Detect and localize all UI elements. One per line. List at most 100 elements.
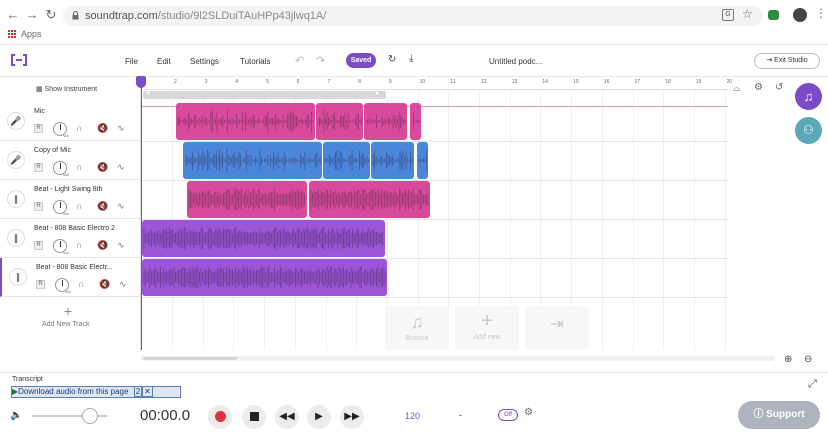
reload-icon[interactable]: ↻ (44, 8, 58, 22)
audio-clip[interactable] (417, 142, 428, 179)
record-arm-button[interactable]: R (36, 280, 45, 289)
collaborators-icon[interactable]: ⚇ (795, 117, 822, 144)
saved-button[interactable]: Saved (346, 53, 376, 68)
record-arm-button[interactable]: R (34, 163, 43, 172)
record-arm-button[interactable]: R (34, 241, 43, 250)
expand-icon[interactable]: ⤢ (808, 378, 817, 391)
undo-icon[interactable]: ↶ (295, 54, 304, 67)
record-arm-button[interactable]: R (34, 202, 43, 211)
menu-file[interactable]: File (125, 57, 138, 66)
headphones-tool-icon[interactable]: ⌓ (733, 83, 740, 94)
fx-icon[interactable]: ∿ (117, 162, 125, 173)
add-new-track-button[interactable]: Add New Track (42, 321, 89, 328)
apps-grid-icon[interactable] (8, 30, 16, 38)
audio-clip[interactable] (410, 103, 421, 140)
support-button[interactable]: ⓘ Support (738, 401, 820, 429)
audio-clip[interactable] (364, 103, 407, 140)
sync-icon[interactable]: ↻ (388, 54, 396, 65)
headphones-icon[interactable]: ∩ (76, 240, 82, 250)
zoom-in-icon[interactable]: ⊕ (784, 354, 792, 365)
audio-clip[interactable] (187, 181, 307, 218)
audio-clip[interactable] (183, 142, 322, 179)
metronome-toggle[interactable]: Off (498, 409, 518, 421)
track-row[interactable]: ∥ Beat - Light Swing 8th R Vol ∩ 🔇 ∿ (0, 180, 141, 219)
beat-icon[interactable]: ∥ (7, 190, 25, 208)
show-instrument-button[interactable]: ▦ Show Instrument (36, 85, 97, 93)
soundtrap-logo[interactable] (10, 53, 28, 67)
loop-icon[interactable]: ↺ (775, 82, 783, 93)
translate-icon[interactable]: G (722, 9, 734, 21)
fx-icon[interactable]: ∿ (119, 279, 127, 290)
track-name[interactable]: Beat - 808 Basic Electro 2 (34, 225, 115, 232)
browse-button[interactable]: ♫ Browse (385, 306, 449, 350)
settings-icon[interactable]: ⚙ (754, 82, 763, 93)
forward-icon[interactable]: → (25, 8, 39, 22)
metronome-settings-icon[interactable]: ⚙ (524, 407, 533, 418)
menu-tutorials[interactable]: Tutorials (240, 57, 270, 66)
project-title[interactable]: Untitled podc... (489, 57, 542, 66)
close-icon[interactable]: ✕ (142, 386, 153, 397)
record-arm-button[interactable]: R (34, 124, 43, 133)
audio-clip[interactable] (309, 181, 430, 218)
track-row[interactable]: ∥ Beat - 808 Basic Electro 2 R Vol ∩ 🔇 ∿ (0, 219, 141, 258)
mute-icon[interactable]: 🔇 (97, 240, 108, 251)
audio-clip[interactable] (176, 103, 315, 140)
menu-edit[interactable]: Edit (157, 57, 171, 66)
track-name[interactable]: Beat - 808 Basic Electr... (36, 264, 113, 271)
redo-icon[interactable]: ↷ (316, 54, 325, 67)
exit-studio-button[interactable]: ⇥ Exit Studio (754, 53, 820, 69)
menu-settings[interactable]: Settings (190, 57, 219, 66)
mute-icon[interactable]: 🔇 (97, 162, 108, 173)
music-note-icon[interactable]: ♫ (795, 83, 822, 110)
play-button[interactable]: ▶ (307, 405, 331, 429)
fx-icon[interactable]: ∿ (117, 123, 125, 134)
tempo-display[interactable]: 120 (405, 411, 420, 421)
fx-icon[interactable]: ∿ (117, 201, 125, 212)
stop-button[interactable] (242, 405, 266, 429)
track-row[interactable]: 🎤 Mic R Vol ∩ 🔇 ∿ (0, 102, 141, 141)
key-display[interactable]: - (459, 410, 462, 420)
loop-left-icon[interactable]: ◂ (146, 89, 150, 97)
fx-icon[interactable]: ∿ (117, 240, 125, 251)
extension-icon[interactable] (768, 10, 779, 20)
mute-icon[interactable]: 🔇 (97, 201, 108, 212)
fast-forward-button[interactable]: ▶▶ (340, 405, 364, 429)
track-row[interactable]: ∥ Beat - 808 Basic Electr... R Vol ∩ 🔇 ∿ (0, 258, 141, 297)
profile-avatar[interactable] (793, 8, 807, 22)
transcript-tab[interactable]: Transcript (12, 376, 43, 383)
loop-region[interactable]: ◂ ▸ (143, 89, 386, 99)
playhead-handle[interactable] (136, 76, 146, 88)
mute-icon[interactable]: 🔇 (99, 279, 110, 290)
more-icon[interactable]: ⋮ (815, 6, 827, 20)
star-icon[interactable]: ☆ (742, 7, 753, 21)
audio-clip[interactable] (316, 103, 363, 140)
mute-icon[interactable]: 🔇 (97, 123, 108, 134)
headphones-icon[interactable]: ∩ (76, 162, 82, 172)
scroll-thumb[interactable] (143, 357, 237, 360)
headphones-icon[interactable]: ∩ (78, 279, 84, 289)
loop-right-icon[interactable]: ▸ (376, 89, 380, 97)
audio-clip[interactable] (142, 259, 387, 296)
audio-clip[interactable] (323, 142, 370, 179)
rewind-button[interactable]: ◀◀ (275, 405, 299, 429)
audio-clip[interactable] (371, 142, 414, 179)
track-name[interactable]: Mic (34, 108, 45, 115)
download-audio-bar[interactable]: ▶Download audio from this page 2 ✕ (11, 386, 181, 398)
download-icon[interactable]: ⤓ (409, 53, 413, 64)
track-name[interactable]: Copy of Mic (34, 147, 71, 154)
back-icon[interactable]: ← (6, 8, 20, 22)
apps-link[interactable]: Apps (21, 29, 42, 39)
add-new-button[interactable]: + Add new (455, 306, 519, 350)
headphones-icon[interactable]: ∩ (76, 201, 82, 211)
volume-icon[interactable]: 🔈 (10, 410, 22, 421)
zoom-out-icon[interactable]: ⊖ (804, 354, 812, 365)
mic-icon[interactable]: 🎤 (7, 112, 25, 130)
track-name[interactable]: Beat - Light Swing 8th (34, 186, 103, 193)
record-button[interactable] (208, 405, 232, 429)
headphones-icon[interactable]: ∩ (76, 123, 82, 133)
mic-icon[interactable]: 🎤 (7, 151, 25, 169)
track-row[interactable]: 🎤 Copy of Mic R Vol ∩ 🔇 ∿ (0, 141, 141, 180)
add-track-icon[interactable]: + (64, 303, 72, 319)
beat-icon[interactable]: ∥ (7, 229, 25, 247)
audio-clip[interactable] (142, 220, 385, 257)
